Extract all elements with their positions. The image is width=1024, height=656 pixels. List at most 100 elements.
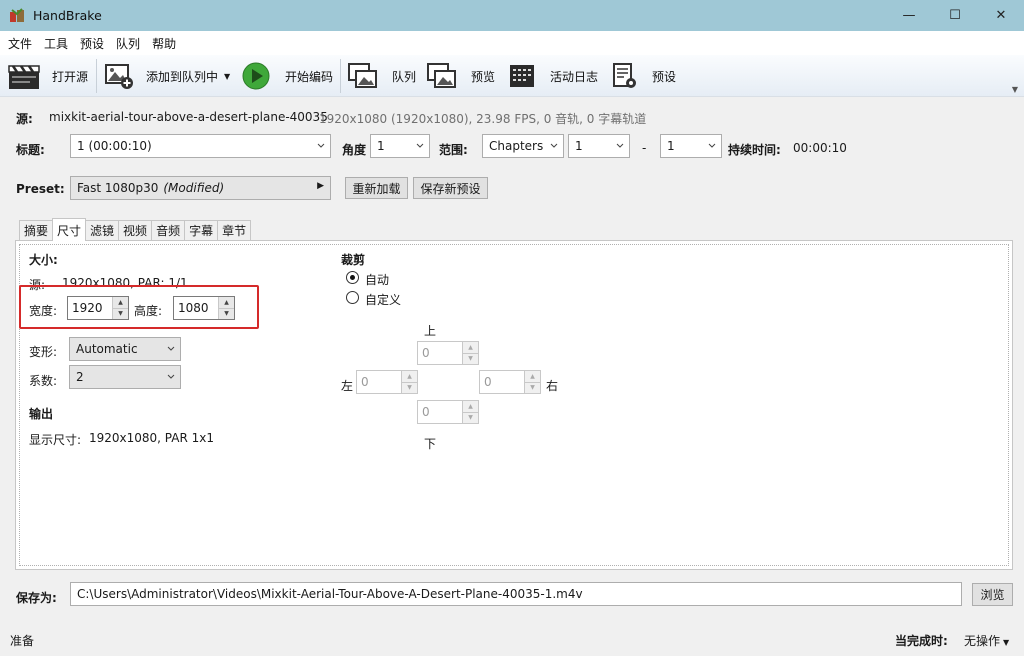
anamorphic-select[interactable]: Automatic: [69, 337, 181, 361]
crop-bottom-label: 下: [424, 437, 437, 451]
when-done-dropdown[interactable]: 无操作 ▼: [964, 632, 1009, 649]
decrement-down-icon[interactable]: ▼: [402, 382, 417, 393]
crop-custom-radio[interactable]: [346, 291, 359, 304]
increment-up-icon[interactable]: ▲: [463, 401, 478, 413]
toolbar-separator: [340, 59, 341, 93]
title-label: 标题:: [16, 143, 45, 157]
cropping-header: 裁剪: [341, 253, 366, 267]
save-path-input[interactable]: C:\Users\Administrator\Videos\Mixkit-Aer…: [70, 582, 962, 606]
chevron-down-icon: [416, 143, 424, 148]
toolbar-separator: [96, 59, 97, 93]
range-mode-select[interactable]: Chapters: [482, 134, 564, 158]
chevron-down-icon: [550, 143, 558, 148]
open-source-button[interactable]: 打开源: [8, 60, 88, 92]
add-to-queue-button[interactable]: 添加到队列中 ▼: [104, 60, 230, 92]
play-icon: [242, 62, 270, 90]
decrement-down-icon[interactable]: ▼: [463, 412, 478, 423]
crop-auto-radio[interactable]: [346, 271, 359, 284]
crop-left-label: 左: [341, 379, 354, 393]
display-size-value: 1920x1080, PAR 1x1: [89, 431, 215, 445]
reload-preset-button[interactable]: 重新加载: [345, 177, 408, 199]
preset-label: Preset:: [16, 182, 65, 196]
menu-bar: 文件 工具 预设 队列 帮助: [0, 31, 1024, 55]
title-bar: HandBrake — ☐ ✕: [0, 0, 1024, 31]
increment-up-icon[interactable]: ▲: [463, 342, 478, 354]
display-size-label: 显示尺寸:: [29, 433, 82, 447]
preset-settings-icon: [613, 63, 636, 88]
dropdown-arrow-icon[interactable]: ▼: [224, 72, 230, 81]
crop-left-stepper[interactable]: 0 ▲ ▼: [356, 370, 418, 394]
decrement-down-icon[interactable]: ▼: [463, 353, 478, 364]
preview-button[interactable]: 预览: [427, 60, 495, 92]
annotation-highlight-box: [19, 285, 259, 329]
save-as-label: 保存为:: [16, 591, 57, 605]
toolbar: 打开源 添加到队列中 ▼ 开始编码 队列 预览 活动日志 预设 ▼: [0, 55, 1024, 97]
settings-tabs: 摘要 尺寸 滤镜 视频 音频 字幕 章节: [19, 218, 252, 241]
chevron-down-icon: [616, 143, 624, 148]
crop-auto-label: 自动: [365, 273, 390, 287]
menu-help[interactable]: 帮助: [146, 35, 182, 52]
tab-chapters[interactable]: 章节: [217, 220, 252, 240]
queue-button[interactable]: 队列: [348, 60, 416, 92]
status-bar: 准备 当完成时: 无操作 ▼: [0, 624, 1024, 656]
tab-audio[interactable]: 音频: [151, 220, 186, 240]
crop-top-stepper[interactable]: 0 ▲ ▼: [417, 341, 479, 365]
tab-filters[interactable]: 滤镜: [85, 220, 120, 240]
start-encode-button[interactable]: 开始编码: [242, 60, 333, 92]
tab-subtitles[interactable]: 字幕: [184, 220, 219, 240]
range-separator: -: [642, 141, 647, 155]
toolbar-overflow-icon[interactable]: ▼: [1012, 85, 1018, 94]
queue-icon: [348, 63, 377, 88]
tab-summary[interactable]: 摘要: [19, 220, 54, 240]
presets-button[interactable]: 预设: [612, 60, 676, 92]
menu-tools[interactable]: 工具: [38, 35, 74, 52]
angle-select[interactable]: 1: [370, 134, 430, 158]
preview-icon: [427, 63, 456, 88]
clapperboard-icon: [8, 65, 40, 89]
angle-label: 角度: [342, 143, 367, 157]
duration-label: 持续时间:: [728, 143, 781, 157]
window-title: HandBrake: [33, 8, 102, 23]
tab-dimensions[interactable]: 尺寸: [52, 218, 87, 241]
source-name: mixkit-aerial-tour-above-a-desert-plane-…: [49, 110, 328, 124]
modulus-label: 系数:: [29, 374, 58, 388]
anamorphic-label: 变形:: [29, 345, 58, 359]
terminal-log-icon: [510, 65, 534, 87]
source-label: 源:: [16, 112, 33, 126]
status-text: 准备: [10, 634, 35, 648]
minimize-button[interactable]: —: [886, 0, 932, 31]
output-header: 输出: [29, 407, 54, 421]
menu-file[interactable]: 文件: [2, 35, 38, 52]
source-info: 1920x1080 (1920x1080), 23.98 FPS, 0 音轨, …: [319, 112, 647, 126]
chevron-down-icon: [167, 346, 175, 351]
chevron-down-icon: ▼: [1003, 638, 1010, 647]
close-button[interactable]: ✕: [978, 0, 1024, 31]
increment-up-icon[interactable]: ▲: [525, 371, 540, 383]
modulus-select[interactable]: 2: [69, 365, 181, 389]
crop-right-stepper[interactable]: 0 ▲ ▼: [479, 370, 541, 394]
title-select[interactable]: 1 (00:00:10): [70, 134, 331, 158]
add-picture-icon: [105, 64, 133, 89]
save-new-preset-button[interactable]: 保存新预设: [413, 177, 488, 199]
size-header: 大小:: [29, 253, 58, 267]
crop-bottom-stepper[interactable]: 0 ▲ ▼: [417, 400, 479, 424]
range-start-select[interactable]: 1: [568, 134, 630, 158]
increment-up-icon[interactable]: ▲: [402, 371, 417, 383]
crop-right-label: 右: [546, 379, 559, 393]
chevron-down-icon: [708, 143, 716, 148]
duration-value: 00:00:10: [793, 141, 847, 155]
menu-queue[interactable]: 队列: [110, 35, 146, 52]
preset-selector[interactable]: Fast 1080p30 (Modified) ▶: [70, 176, 331, 200]
activity-log-button[interactable]: 活动日志: [508, 60, 598, 92]
range-label: 范围:: [439, 143, 468, 157]
tab-video[interactable]: 视频: [118, 220, 153, 240]
range-end-select[interactable]: 1: [660, 134, 722, 158]
menu-presets[interactable]: 预设: [74, 35, 110, 52]
decrement-down-icon[interactable]: ▼: [525, 382, 540, 393]
when-done-label: 当完成时:: [895, 634, 948, 648]
maximize-button[interactable]: ☐: [932, 0, 978, 31]
browse-button[interactable]: 浏览: [972, 583, 1013, 606]
crop-top-label: 上: [424, 324, 437, 338]
chevron-down-icon: [167, 374, 175, 379]
handbrake-app-icon: [9, 7, 25, 24]
